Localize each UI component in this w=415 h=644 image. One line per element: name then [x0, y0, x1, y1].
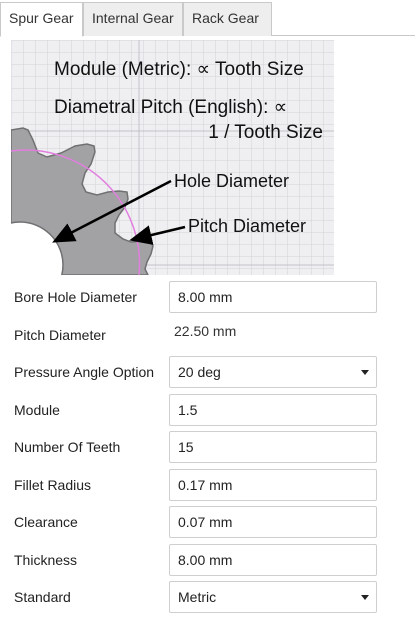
pressure-angle-label: Pressure Angle Option: [14, 364, 155, 380]
gear-illustration: Module (Metric): ∝ Tooth Size Diametral …: [11, 40, 334, 275]
clearance-field[interactable]: [169, 506, 377, 538]
thickness-field[interactable]: [169, 544, 377, 576]
number-of-teeth-label: Number Of Teeth: [14, 439, 121, 455]
pressure-angle-select[interactable]: 20 deg: [169, 356, 377, 388]
thickness-label: Thickness: [14, 552, 78, 568]
module-label: Module: [14, 402, 60, 418]
tab-internal-gear[interactable]: Internal Gear: [83, 2, 183, 36]
chevron-down-icon: [361, 370, 369, 375]
chevron-down-icon: [361, 595, 369, 600]
gear-diagram: Module (Metric): ∝ Tooth Size Diametral …: [11, 40, 334, 275]
fillet-radius-field[interactable]: [169, 469, 377, 501]
pitch-diameter-label: Pitch Diameter: [188, 216, 306, 236]
clearance-label: Clearance: [14, 514, 78, 530]
pitch-diameter-label: Pitch Diameter: [14, 327, 106, 343]
standard-select[interactable]: Metric: [169, 581, 377, 613]
gear-type-tabs: Spur Gear Internal Gear Rack Gear: [0, 0, 415, 37]
fillet-radius-label: Fillet Radius: [14, 477, 92, 493]
hole-diameter-label: Hole Diameter: [174, 171, 289, 191]
diagram-module-text: Module (Metric): ∝ Tooth Size: [54, 59, 304, 80]
pressure-angle-value: 20 deg: [178, 364, 221, 380]
tab-rack-gear[interactable]: Rack Gear: [183, 2, 272, 36]
diagram-diametral-text: Diametral Pitch (English): ∝: [54, 97, 287, 118]
standard-value: Metric: [178, 589, 217, 605]
bore-hole-diameter-field[interactable]: [169, 281, 377, 313]
diagram-tooth-size-text: 1 / Tooth Size: [208, 122, 323, 143]
number-of-teeth-field[interactable]: [169, 431, 377, 463]
standard-label: Standard: [14, 589, 71, 605]
tab-spur-gear[interactable]: Spur Gear: [0, 2, 83, 37]
module-field[interactable]: [169, 394, 377, 426]
pitch-diameter-value: 22.50 mm: [174, 323, 237, 339]
bore-hole-diameter-label: Bore Hole Diameter: [14, 289, 137, 305]
